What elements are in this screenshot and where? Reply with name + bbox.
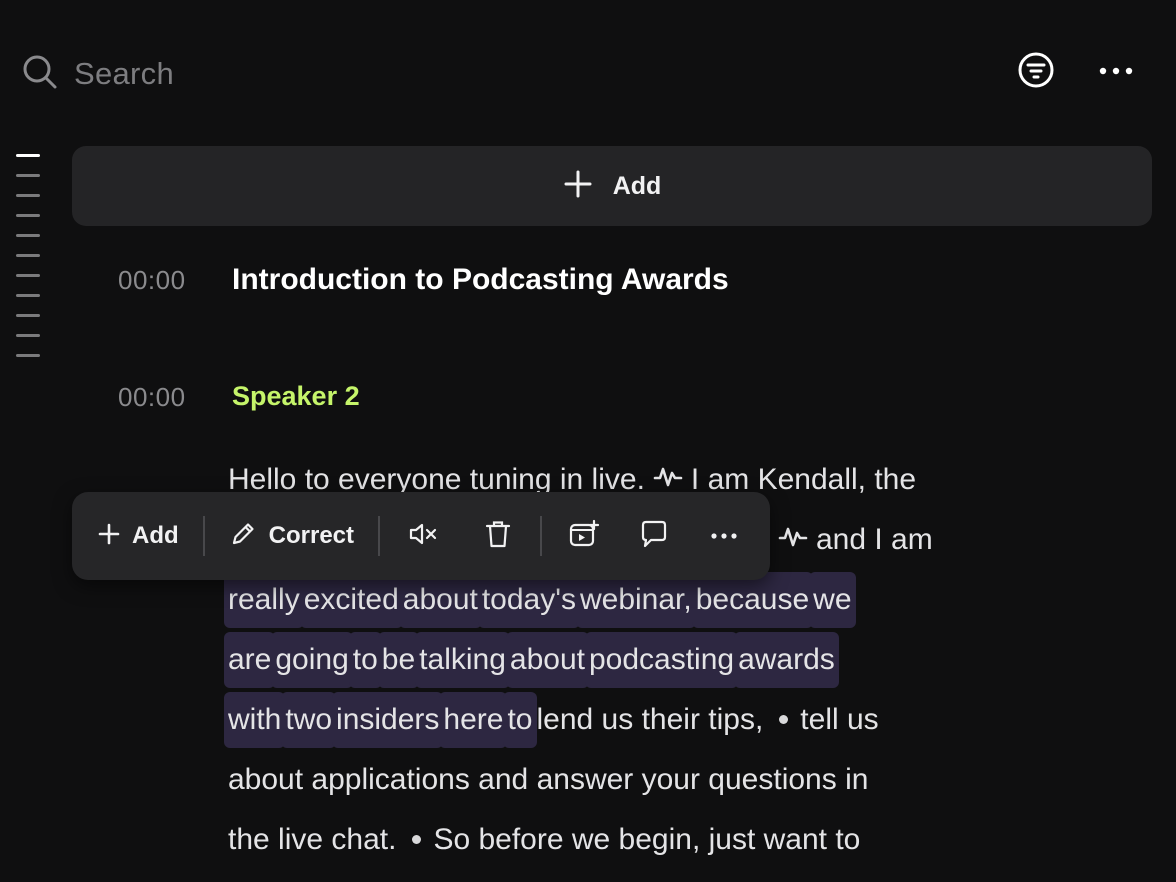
rail-tick[interactable] (16, 214, 40, 217)
rail-tick[interactable] (16, 254, 40, 257)
transcript-text[interactable]: So before we begin, just want to (429, 823, 864, 856)
plus-icon (563, 169, 593, 204)
rail-tick[interactable] (16, 274, 40, 277)
toolbar-correct-label: Correct (268, 522, 355, 549)
trash-icon (484, 519, 512, 554)
transcript-line: with two insiders here to lend us their tips,… (224, 690, 883, 750)
selected-word[interactable]: talking (415, 632, 510, 688)
more-icon (710, 527, 738, 545)
transcript-text[interactable]: the live chat. (224, 823, 400, 856)
rail-tick[interactable] (16, 194, 40, 197)
transcript-text[interactable]: lend us their tips, (533, 703, 768, 736)
transcript-text[interactable]: tell us (796, 703, 882, 736)
rail-tick[interactable] (16, 174, 40, 177)
selected-word[interactable]: here (439, 692, 508, 748)
rail-tick[interactable] (16, 234, 40, 237)
pause-dot-icon[interactable] (412, 834, 422, 844)
chapter-rail[interactable] (16, 154, 40, 374)
search-input[interactable]: Search (74, 56, 174, 92)
selected-word[interactable]: are (224, 632, 276, 688)
transcript-text[interactable]: and I am (812, 523, 937, 556)
selected-word[interactable]: today's (477, 572, 580, 628)
toolbar-divider (540, 516, 543, 556)
transcript-line: and I am (774, 510, 937, 570)
selected-word[interactable]: going (271, 632, 353, 688)
filter-button[interactable] (1016, 52, 1056, 92)
speaker-label[interactable]: Speaker 2 (232, 381, 360, 412)
pause-wave-icon[interactable] (778, 511, 808, 571)
delete-button[interactable] (478, 514, 518, 558)
toolbar-divider (378, 516, 381, 556)
pencil-icon (229, 520, 257, 553)
selected-word[interactable]: excited (299, 572, 403, 628)
search-bar[interactable]: Search (22, 54, 174, 94)
transcript-line: about applications and answer your quest… (224, 750, 872, 810)
toolbar-divider (202, 516, 205, 556)
rail-tick[interactable] (16, 314, 40, 317)
search-icon (22, 54, 58, 95)
transcript-line: the live chat. So before we begin, just w… (224, 810, 864, 870)
selected-word[interactable]: to (503, 692, 537, 748)
add-clip-icon (568, 519, 600, 554)
selected-word[interactable]: we (809, 572, 856, 628)
filter-icon (1017, 51, 1055, 94)
chapter-timestamp[interactable]: 00:00 (118, 265, 186, 296)
selected-word[interactable]: to (348, 632, 382, 688)
selected-word[interactable]: podcasting (584, 632, 739, 688)
selected-word[interactable]: about (398, 572, 482, 628)
more-options-button[interactable] (1096, 52, 1136, 92)
comment-icon (639, 519, 669, 554)
mute-icon (408, 520, 440, 553)
selected-word[interactable]: awards (734, 632, 839, 688)
selected-word[interactable]: really (224, 572, 304, 628)
chapter-title[interactable]: Introduction to Podcasting Awards (232, 263, 729, 297)
add-section-button[interactable]: Add (72, 146, 1152, 226)
mute-button[interactable] (404, 514, 444, 558)
toolbar-add-label: Add (132, 522, 179, 549)
selected-word[interactable]: about (505, 632, 589, 688)
rail-tick-active[interactable] (16, 154, 40, 157)
selected-word[interactable]: two (281, 692, 337, 748)
selected-word[interactable]: with (224, 692, 286, 748)
comment-button[interactable] (634, 514, 674, 558)
pause-dot-icon[interactable] (779, 714, 789, 724)
add-section-label: Add (612, 171, 662, 200)
transcript-line: are going to be talking about podcasting awards (224, 630, 839, 690)
more-icon (1098, 63, 1134, 81)
toolbar-more-button[interactable] (704, 514, 744, 558)
selected-word[interactable]: because (691, 572, 814, 628)
rail-tick[interactable] (16, 334, 40, 337)
add-media-button[interactable] (564, 514, 604, 558)
selected-word[interactable]: be (377, 632, 420, 688)
paragraph-timestamp[interactable]: 00:00 (118, 382, 186, 413)
rail-tick[interactable] (16, 294, 40, 297)
selected-word[interactable]: webinar, (575, 572, 696, 628)
toolbar-correct-button[interactable]: Correct (229, 514, 354, 558)
transcript-text[interactable]: about applications and answer your quest… (224, 763, 872, 796)
toolbar-add-button[interactable]: Add (98, 514, 179, 558)
selected-word[interactable]: insiders (332, 692, 444, 748)
plus-icon (98, 523, 120, 550)
selection-toolbar: Add Correct (72, 492, 770, 580)
rail-tick[interactable] (16, 354, 40, 357)
